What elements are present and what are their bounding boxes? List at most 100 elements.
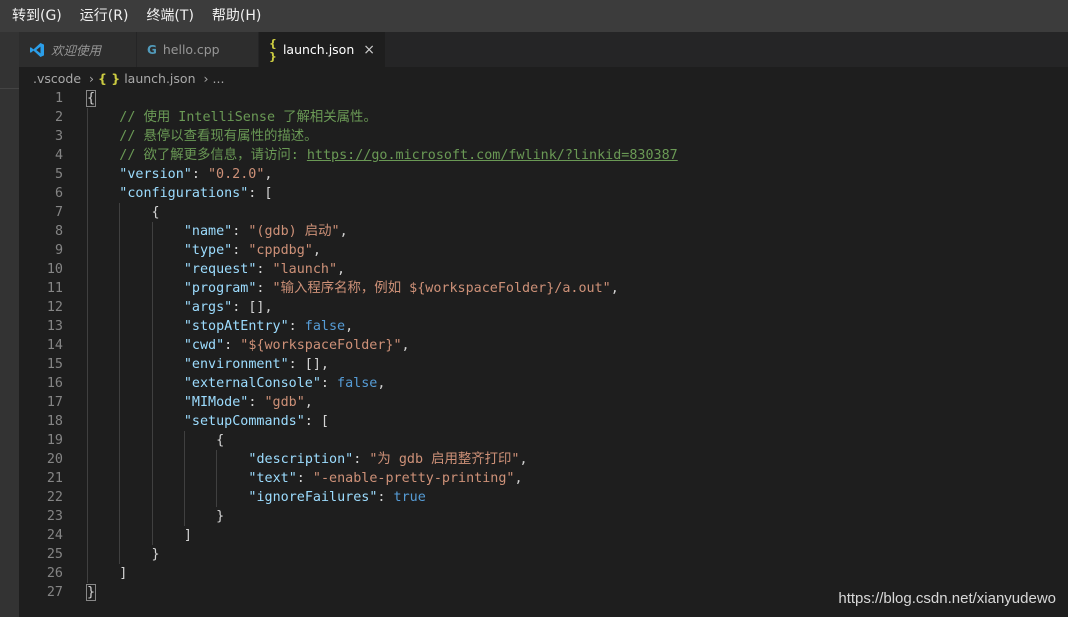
code-line[interactable]: 7{	[19, 203, 1068, 222]
indent-guide	[183, 431, 185, 450]
breadcrumb-folder[interactable]: .vscode	[33, 71, 81, 86]
code-token: ,	[401, 338, 410, 353]
breadcrumb-more[interactable]: ...	[213, 71, 225, 86]
code-token: ]	[119, 566, 128, 581]
menu-help[interactable]: 帮助(H)	[200, 0, 267, 32]
code-line[interactable]: 16 "externalConsole": false,	[19, 374, 1068, 393]
indent-guide	[119, 374, 121, 393]
indent-guide	[87, 298, 88, 317]
code-token: ,	[312, 243, 321, 258]
code-line[interactable]: 24]	[19, 526, 1068, 545]
code-content: ]	[119, 564, 127, 583]
code-token: {	[151, 205, 160, 220]
indent-guide	[151, 374, 153, 393]
code-token: ,	[304, 395, 313, 410]
code-line[interactable]: 14 "cwd": "${workspaceFolder}",	[19, 336, 1068, 355]
indent-guide	[119, 260, 121, 279]
line-number: 18	[46, 414, 63, 429]
menu-goto[interactable]: 转到(G)	[0, 0, 68, 32]
code-content: "environment": [],	[184, 355, 329, 374]
line-number: 10	[46, 262, 63, 277]
code-token: :	[248, 395, 265, 410]
code-content: {	[85, 89, 97, 108]
code-content: "text": "-enable-pretty-printing",	[248, 469, 522, 488]
menu-terminal[interactable]: 终端(T)	[134, 0, 199, 32]
code-token: "type"	[183, 243, 233, 258]
code-line[interactable]: 1{	[19, 89, 1068, 108]
code-token: : [],	[288, 357, 329, 372]
code-line[interactable]: 2 // 使用 IntelliSense 了解相关属性。	[19, 108, 1068, 127]
code-line[interactable]: 5 "version": "0.2.0",	[19, 165, 1068, 184]
code-content: // 悬停以查看现有属性的描述。	[119, 127, 317, 146]
line-number: 21	[46, 471, 63, 486]
code-line[interactable]: 11 "program": "输入程序名称，例如 ${workspaceFolde…	[19, 279, 1068, 298]
indent-guide	[87, 222, 88, 241]
breadcrumb-file[interactable]: launch.json	[124, 71, 195, 86]
code-line[interactable]: 22 "ignoreFailures": true	[19, 488, 1068, 507]
line-number: 22	[46, 490, 63, 505]
code-line[interactable]: 26]	[19, 564, 1068, 583]
indent-guide	[151, 507, 153, 526]
code-line[interactable]: 4 // 欲了解更多信息，请访问: https://go.microsoft.co…	[19, 146, 1068, 165]
indent-guide	[119, 450, 121, 469]
indent-guide	[151, 260, 153, 279]
line-number: 27	[46, 585, 63, 600]
code-content: // 欲了解更多信息，请访问: https://go.microsoft.com…	[119, 146, 677, 165]
tab-hello-cpp[interactable]: G hello.cpp	[137, 32, 259, 67]
code-token: "program"	[183, 281, 257, 296]
code-editor[interactable]: 1{2// 使用 IntelliSense 了解相关属性。 3// 悬停以查看现有…	[19, 89, 1068, 617]
code-line[interactable]: 12 "args": [],	[19, 298, 1068, 317]
code-content: }	[216, 507, 224, 526]
code-line[interactable]: 10 "request": "launch",	[19, 260, 1068, 279]
indent-guide	[119, 507, 121, 526]
tab-launch-json[interactable]: { } launch.json ×	[259, 32, 386, 67]
code-line[interactable]: 8 "name": "(gdb) 启动",	[19, 222, 1068, 241]
code-token: // 欲了解更多信息，请访问:	[119, 148, 307, 163]
code-line[interactable]: 18 "setupCommands": [	[19, 412, 1068, 431]
code-line[interactable]: 19 {	[19, 431, 1068, 450]
code-line[interactable]: 9 "type": "cppdbg",	[19, 241, 1068, 260]
indent-guide	[183, 450, 185, 469]
indent-guide	[87, 469, 88, 488]
indent-guide	[151, 412, 153, 431]
indent-guide	[151, 488, 153, 507]
code-content: "externalConsole": false,	[184, 374, 386, 393]
code-token: "(gdb) 启动"	[248, 224, 340, 239]
watermark: https://blog.csdn.net/xianyudewo	[838, 590, 1056, 607]
code-token: "cppdbg"	[248, 243, 313, 258]
indent-guide	[119, 203, 121, 222]
code-line[interactable]: 23}	[19, 507, 1068, 526]
code-token: "输入程序名称，例如 ${workspaceFolder}/a.out"	[272, 281, 611, 296]
tab-launch-json-label: launch.json	[282, 42, 355, 57]
line-number: 24	[46, 528, 63, 543]
code-content: {	[152, 203, 160, 222]
indent-guide	[151, 355, 153, 374]
close-icon[interactable]: ×	[363, 42, 375, 58]
code-line[interactable]: 6 "configurations": [	[19, 184, 1068, 203]
code-line[interactable]: 21 "text": "-enable-pretty-printing",	[19, 469, 1068, 488]
code-token: }	[216, 509, 225, 524]
code-link[interactable]: https://go.microsoft.com/fwlink/?linkid=…	[307, 148, 678, 163]
code-line[interactable]: 13 "stopAtEntry": false,	[19, 317, 1068, 336]
indent-guide	[119, 222, 121, 241]
line-number: 5	[54, 167, 63, 182]
code-line[interactable]: 3 // 悬停以查看现有属性的描述。	[19, 127, 1068, 146]
code-token: "configurations"	[119, 186, 249, 201]
code-line[interactable]: 25}	[19, 545, 1068, 564]
line-number: 20	[46, 452, 63, 467]
code-token: : [	[304, 414, 329, 429]
code-line[interactable]: 20 "description": "为 gdb 启用整齐打印",	[19, 450, 1068, 469]
code-content: "description": "为 gdb 启用整齐打印",	[248, 450, 527, 469]
code-token: "-enable-pretty-printing"	[312, 471, 515, 486]
code-token: false	[304, 319, 346, 334]
indent-guide	[183, 507, 185, 526]
menu-run[interactable]: 运行(R)	[68, 0, 135, 32]
code-line[interactable]: 15 "environment": [],	[19, 355, 1068, 374]
tab-welcome[interactable]: 欢迎使用	[19, 32, 137, 67]
code-content: "args": [],	[184, 298, 273, 317]
indent-guide	[216, 488, 218, 507]
code-token: "为 gdb 启用整齐打印"	[369, 452, 520, 467]
indent-guide	[119, 469, 121, 488]
code-line[interactable]: 17 "MIMode": "gdb",	[19, 393, 1068, 412]
code-content: "MIMode": "gdb",	[184, 393, 313, 412]
